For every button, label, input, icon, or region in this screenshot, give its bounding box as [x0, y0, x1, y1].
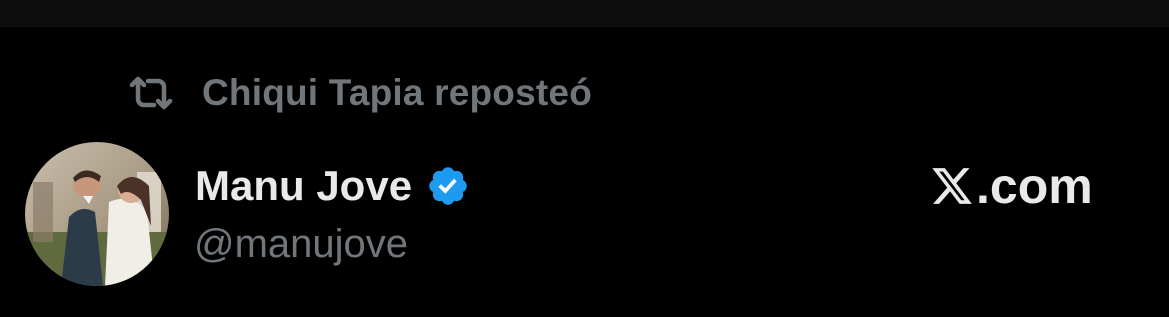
- avatar[interactable]: [25, 142, 169, 286]
- verified-badge-icon: [426, 164, 470, 208]
- x-logo-domain-text: .com: [976, 158, 1093, 214]
- author-name-row[interactable]: Manu Jove: [195, 158, 470, 214]
- repost-label: Chiqui Tapia reposteó: [202, 72, 592, 113]
- display-name[interactable]: Manu Jove: [195, 162, 412, 210]
- repost-icon: [128, 76, 174, 110]
- repost-context[interactable]: Chiqui Tapia reposteó: [128, 72, 592, 114]
- x-com-logo: .com: [930, 156, 1093, 216]
- handle[interactable]: @manujove: [194, 222, 408, 267]
- top-band: [0, 0, 1169, 27]
- x-logo-icon: [930, 163, 974, 209]
